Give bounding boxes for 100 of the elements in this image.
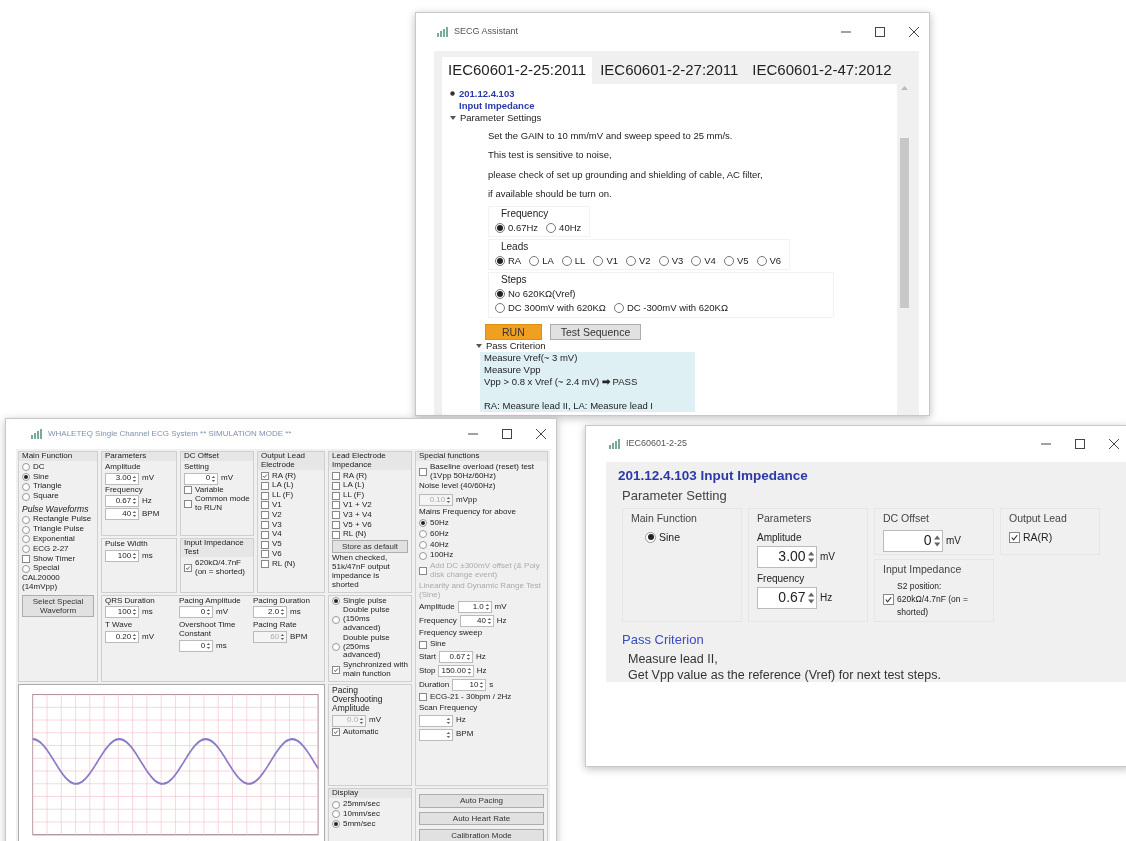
- spin-field[interactable]: 3.00: [757, 545, 817, 568]
- spin-arrows-icon[interactable]: [932, 533, 941, 548]
- radio-button[interactable]: Sine: [645, 529, 733, 546]
- scroll-thumb[interactable]: [899, 137, 909, 308]
- close-icon[interactable]: [536, 429, 546, 439]
- radio-button[interactable]: DC: [22, 462, 94, 472]
- close-icon[interactable]: [1109, 439, 1119, 449]
- radio-button[interactable]: Triangle Pulse: [22, 525, 94, 534]
- radio-button[interactable]: 25mm/sec: [332, 800, 408, 810]
- spin-field[interactable]: 0: [179, 606, 213, 619]
- spin-field[interactable]: 0: [883, 529, 943, 552]
- spin-arrows-icon[interactable]: [466, 666, 472, 675]
- radio-button[interactable]: V4: [691, 253, 716, 268]
- push-button[interactable]: RUN: [485, 323, 542, 340]
- checkbox[interactable]: Sine: [419, 640, 544, 649]
- push-button[interactable]: Calibration Mode: [419, 828, 544, 841]
- checkbox[interactable]: LL (F): [261, 491, 321, 500]
- radio-button[interactable]: 100Hz: [419, 551, 544, 561]
- radio-button[interactable]: DC 300mV with 620KΩ: [495, 301, 606, 316]
- spin-arrows-icon[interactable]: [487, 617, 492, 626]
- spin-field[interactable]: 0.67: [438, 650, 473, 663]
- spin-arrows-icon[interactable]: [132, 497, 137, 506]
- checkbox[interactable]: Automatic: [332, 727, 408, 737]
- close-icon[interactable]: [909, 27, 919, 37]
- radio-button[interactable]: Rectangle Pulse: [22, 515, 94, 525]
- checkbox[interactable]: S2 position: 620kΩ/4.7nF (on = shorted): [883, 580, 973, 619]
- checkbox[interactable]: V3: [261, 520, 321, 530]
- checkbox[interactable]: RA (R): [261, 471, 321, 481]
- expander-icon[interactable]: [476, 342, 482, 349]
- spin-arrows-icon[interactable]: [132, 633, 137, 642]
- radio-button[interactable]: V1: [593, 253, 619, 268]
- spin-field[interactable]: [419, 728, 453, 741]
- push-button[interactable]: Store as default: [332, 540, 408, 554]
- spin-arrows-icon[interactable]: [806, 590, 815, 605]
- radio-button[interactable]: Sine: [22, 472, 94, 482]
- checkbox[interactable]: LA (L): [261, 481, 321, 491]
- radio-button[interactable]: 40Hz: [546, 220, 582, 235]
- radio-button[interactable]: LL: [561, 253, 586, 268]
- radio-button[interactable]: Exponential: [22, 534, 94, 544]
- spin-arrows-icon[interactable]: [446, 730, 451, 739]
- checkbox[interactable]: Show Timer: [22, 554, 94, 564]
- tab[interactable]: IEC60601-2-25:2011: [442, 57, 593, 84]
- checkbox[interactable]: ECG-21 - 30bpm / 2Hz: [419, 692, 544, 702]
- radio-button[interactable]: LA: [529, 253, 554, 268]
- checkbox[interactable]: RL (N): [332, 530, 408, 540]
- spin-arrows-icon[interactable]: [132, 608, 137, 617]
- checkbox[interactable]: 620kΩ/4.7nF (on = shorted): [184, 558, 250, 577]
- checkbox[interactable]: LL (F): [332, 491, 408, 500]
- spin-field[interactable]: 0.20: [105, 631, 139, 644]
- checkbox[interactable]: V5: [261, 540, 321, 549]
- spin-arrows-icon[interactable]: [484, 603, 490, 612]
- spin-field[interactable]: 150.00: [438, 664, 474, 677]
- radio-button[interactable]: 10mm/sec: [332, 810, 408, 819]
- checkbox[interactable]: V1 + V2: [332, 501, 408, 510]
- spin-arrows-icon[interactable]: [206, 641, 211, 650]
- scrollbar[interactable]: [897, 83, 911, 415]
- spin-arrows-icon[interactable]: [132, 510, 137, 519]
- radio-button[interactable]: 5mm/sec: [332, 819, 408, 829]
- spin-field[interactable]: 0: [184, 472, 218, 485]
- push-button[interactable]: Auto Heart Rate: [419, 811, 544, 825]
- checkbox[interactable]: Synchronized with main function: [332, 661, 408, 679]
- checkbox[interactable]: RL (N): [261, 559, 321, 569]
- push-button[interactable]: Test Sequence: [549, 323, 642, 340]
- radio-button[interactable]: DC -300mV with 620KΩ: [613, 301, 729, 316]
- spin-arrows-icon[interactable]: [806, 549, 815, 564]
- spin-field[interactable]: 3.00: [105, 472, 139, 485]
- radio-button[interactable]: 60Hz: [419, 529, 544, 539]
- checkbox[interactable]: Common mode to RL/N: [184, 495, 250, 513]
- radio-button[interactable]: 40Hz: [419, 540, 544, 550]
- maximize-icon[interactable]: [875, 27, 885, 37]
- radio-button[interactable]: 50Hz: [419, 519, 544, 528]
- spin-field[interactable]: 0.67: [757, 586, 817, 609]
- checkbox[interactable]: Variable: [184, 485, 250, 495]
- radio-button[interactable]: Double pulse (250ms advanced): [332, 633, 408, 661]
- checkbox[interactable]: V4: [261, 530, 321, 540]
- spin-field[interactable]: 100: [105, 606, 139, 619]
- spin-field[interactable]: 10: [452, 678, 487, 691]
- spin-arrows-icon[interactable]: [132, 474, 137, 483]
- push-button[interactable]: Auto Pacing: [419, 794, 544, 808]
- spin-field[interactable]: 100: [105, 550, 139, 563]
- radio-button[interactable]: Triangle: [22, 482, 94, 492]
- spin-arrows-icon[interactable]: [132, 552, 137, 561]
- checkbox[interactable]: V2: [261, 510, 321, 520]
- spin-field[interactable]: 1.0: [457, 601, 492, 614]
- radio-button[interactable]: Double pulse (150ms advanced): [332, 606, 408, 633]
- spin-arrows-icon[interactable]: [280, 608, 285, 617]
- checkbox[interactable]: V3 + V4: [332, 510, 408, 520]
- checkbox[interactable]: V6: [261, 549, 321, 559]
- radio-button[interactable]: V3: [658, 253, 684, 268]
- spin-field[interactable]: 0.67: [105, 495, 139, 508]
- spin-arrows-icon[interactable]: [206, 608, 211, 617]
- checkbox[interactable]: RA (R): [332, 471, 408, 481]
- spin-field[interactable]: 0: [179, 639, 213, 652]
- radio-button[interactable]: V6: [756, 253, 782, 268]
- spin-field[interactable]: 40: [459, 615, 494, 628]
- spin-field[interactable]: 40: [105, 508, 139, 521]
- spin-arrows-icon[interactable]: [466, 652, 471, 661]
- checkbox[interactable]: V5 + V6: [332, 520, 408, 530]
- maximize-icon[interactable]: [502, 429, 512, 439]
- spin-arrows-icon[interactable]: [446, 716, 451, 725]
